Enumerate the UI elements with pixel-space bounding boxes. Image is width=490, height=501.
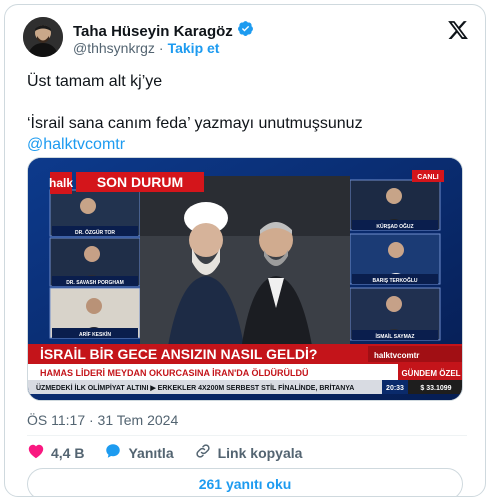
reply-bubble-icon [104,442,122,463]
author-name-row: Taha Hüseyin Karagöz [73,20,254,42]
tweet-media-image[interactable]: halk SON DURUM CANLI DR. ÖZGÜR TOR DR. S… [27,157,463,401]
action-bar: 4,4 B Yanıtla Link kopyala [27,442,302,463]
headline-main: İSRAİL BİR GECE ANSIZIN NASIL GELDİ? [40,346,317,362]
divider [27,435,467,436]
guest-name: DR. SAVASH PORGHAM [66,280,124,286]
live-badge: CANLI [417,174,438,181]
ticker-text: ÜZMEDEKİ İLK OLİMPİYAT ALTINI ▶ ERKEKLER… [36,383,354,392]
like-count: 4,4 B [51,444,85,461]
guest-name: BARIŞ TERKOĞLU [373,276,418,284]
follow-button[interactable]: Takip et [168,40,220,56]
channel-logo: halk [49,176,73,190]
guest-name: DR. ÖZGÜR TOR [75,229,115,236]
tweet-line-2: ‘İsrail sana canım feda’ yazmayı unutmuş… [27,115,363,132]
like-button[interactable]: 4,4 B [27,442,84,463]
reply-label: Yanıtla [128,444,174,461]
guest-name: İSMAİL SAYMAZ [376,333,415,340]
handle-tag: halktvcomtr [374,351,419,360]
ticker-time: 20:33 [386,385,404,392]
reply-button[interactable]: Yanıtla [104,442,174,463]
tweet-timestamp[interactable]: ÖS 11:17 · 31 Tem 2024 [27,412,178,428]
author-handle[interactable]: @thhsynkrgz [73,40,155,56]
handle-row: @thhsynkrgz · Takip et [73,40,219,56]
x-logo-icon[interactable] [447,19,469,41]
copy-link-label: Link kopyala [217,444,303,461]
tweet-text: Üst tamam alt kj’ye ‘İsrail sana canım f… [27,71,467,155]
verified-badge-icon [237,20,254,42]
tweet-line-1: Üst tamam alt kj’ye [27,73,163,90]
link-icon [194,442,212,463]
ticker-value: $ 33.1099 [420,385,451,392]
program-tag: GÜNDEM ÖZEL [401,369,460,378]
separator-dot: · [158,40,164,56]
copy-link-button[interactable]: Link kopyala [194,442,303,463]
guest-name: ARİF KESKİN [79,331,111,338]
tweet-header: Taha Hüseyin Karagöz @thhsynkrgz · Takip… [23,17,471,59]
read-replies-button[interactable]: 261 yanıtı oku [27,468,463,496]
guest-name: KÜRŞAD OĞUZ [376,222,413,230]
son-durum-label: SON DURUM [97,174,183,190]
heart-icon [27,442,45,463]
avatar[interactable] [23,17,63,57]
mention-link[interactable]: @halktvcomtr [27,134,467,155]
author-name[interactable]: Taha Hüseyin Karagöz [73,23,233,40]
tweet-card: Taha Hüseyin Karagöz @thhsynkrgz · Takip… [4,4,486,497]
headline-sub: HAMAS LİDERİ MEYDAN OKURCASINA İRAN'DA Ö… [40,368,308,378]
